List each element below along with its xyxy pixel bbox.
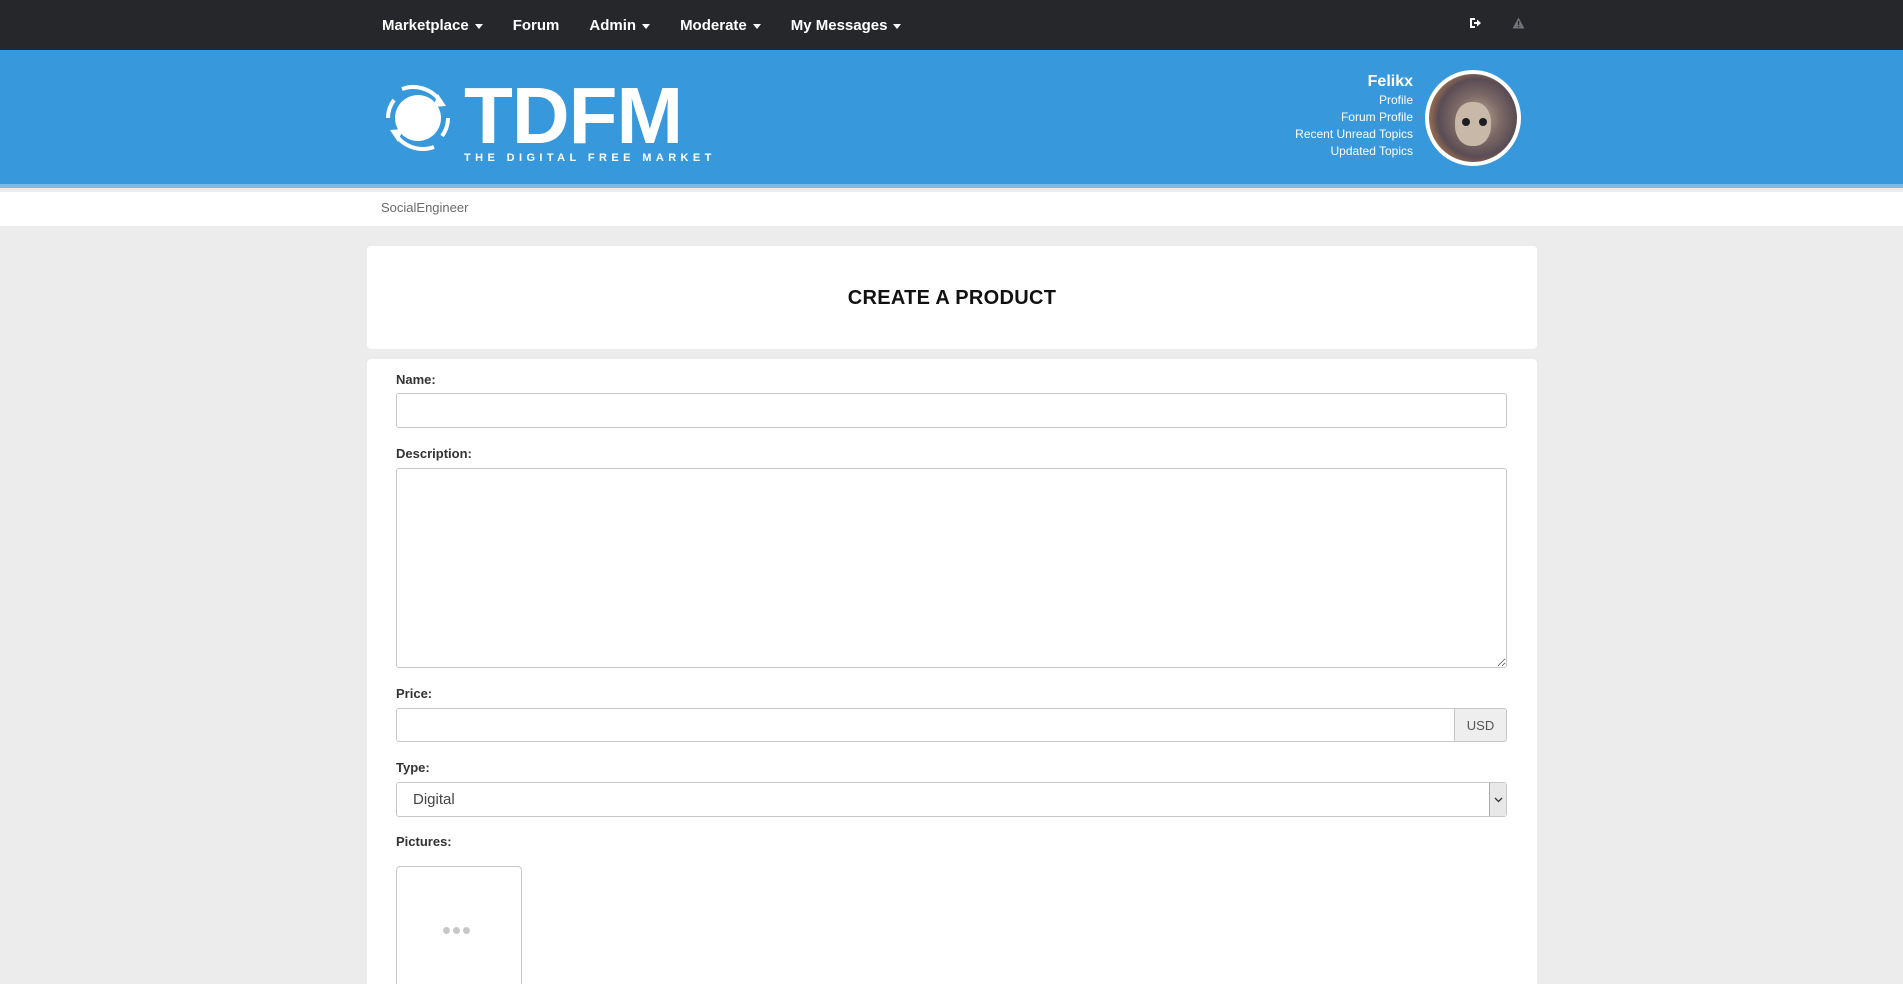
user-link-updated-topics[interactable]: Updated Topics	[1295, 143, 1414, 160]
logo-tagline: THE DIGITAL FREE MARKET	[464, 152, 716, 164]
logo-title: TDFM	[464, 71, 683, 160]
price-input-group: USD	[396, 708, 1507, 742]
type-label: Type:	[396, 760, 430, 775]
nav-my-messages-label: My Messages	[790, 16, 888, 34]
nav-moderate-label: Moderate	[680, 16, 747, 34]
price-label: Price:	[396, 686, 433, 701]
caret-down-icon	[642, 23, 651, 29]
user-link-recent-unread[interactable]: Recent Unread Topics	[1295, 126, 1413, 143]
nav-forum[interactable]: Forum	[513, 17, 560, 34]
top-navbar: Marketplace Forum Admin Moderate My Mess…	[0, 0, 1903, 50]
avatar[interactable]	[1425, 70, 1521, 166]
chevron-down-icon	[1489, 783, 1506, 816]
description-textarea[interactable]	[396, 468, 1507, 668]
breadcrumb-item[interactable]: SocialEngineer	[381, 200, 468, 215]
nav-moderate[interactable]: Moderate	[680, 17, 761, 34]
logo-text: TDFM THE DIGITAL FREE MARKET	[464, 71, 716, 165]
description-label: Description:	[396, 446, 472, 461]
username[interactable]: Felikx	[1295, 72, 1413, 92]
avatar-eye	[1479, 118, 1487, 126]
nav-admin-label: Admin	[589, 16, 637, 34]
site-header: TDFM THE DIGITAL FREE MARKET Felikx Prof…	[0, 50, 1903, 188]
nav-my-messages[interactable]: My Messages	[791, 17, 902, 34]
warning-icon[interactable]	[1512, 16, 1525, 34]
nav-marketplace-label: Marketplace	[382, 16, 469, 34]
nav-marketplace[interactable]: Marketplace	[382, 17, 483, 34]
page-title: CREATE A PRODUCT	[847, 287, 1057, 309]
sign-out-icon[interactable]	[1469, 16, 1482, 34]
main-menu: Marketplace Forum Admin Moderate My Mess…	[382, 0, 931, 50]
avatar-eye	[1462, 118, 1470, 126]
name-input[interactable]	[396, 393, 1507, 428]
user-menu: Felikx Profile Forum Profile Recent Unre…	[1295, 72, 1413, 160]
more-icon	[443, 927, 473, 934]
nav-admin[interactable]: Admin	[589, 16, 651, 34]
breadcrumb: SocialEngineer	[0, 192, 1903, 226]
site-logo[interactable]: TDFM THE DIGITAL FREE MARKET	[380, 71, 716, 165]
type-select[interactable]: Digital	[396, 782, 1507, 817]
user-link-profile[interactable]: Profile	[1295, 92, 1413, 109]
price-input[interactable]	[396, 708, 1454, 742]
currency-addon: USD	[1454, 708, 1507, 742]
name-label: Name:	[396, 372, 436, 387]
add-picture-button[interactable]	[396, 866, 522, 984]
caret-down-icon	[474, 23, 483, 29]
title-panel: CREATE A PRODUCT	[367, 246, 1537, 349]
user-link-forum-profile[interactable]: Forum Profile	[1295, 109, 1413, 126]
topnav-right-icons	[1439, 0, 1525, 50]
caret-down-icon	[752, 23, 761, 29]
product-form: Name: Description: Price: USD Type: Digi…	[367, 359, 1537, 984]
logo-circle-icon	[386, 85, 450, 151]
type-select-value: Digital	[413, 791, 455, 808]
nav-forum-label: Forum	[512, 16, 560, 34]
caret-down-icon	[893, 23, 902, 29]
pictures-label: Pictures:	[396, 834, 452, 849]
